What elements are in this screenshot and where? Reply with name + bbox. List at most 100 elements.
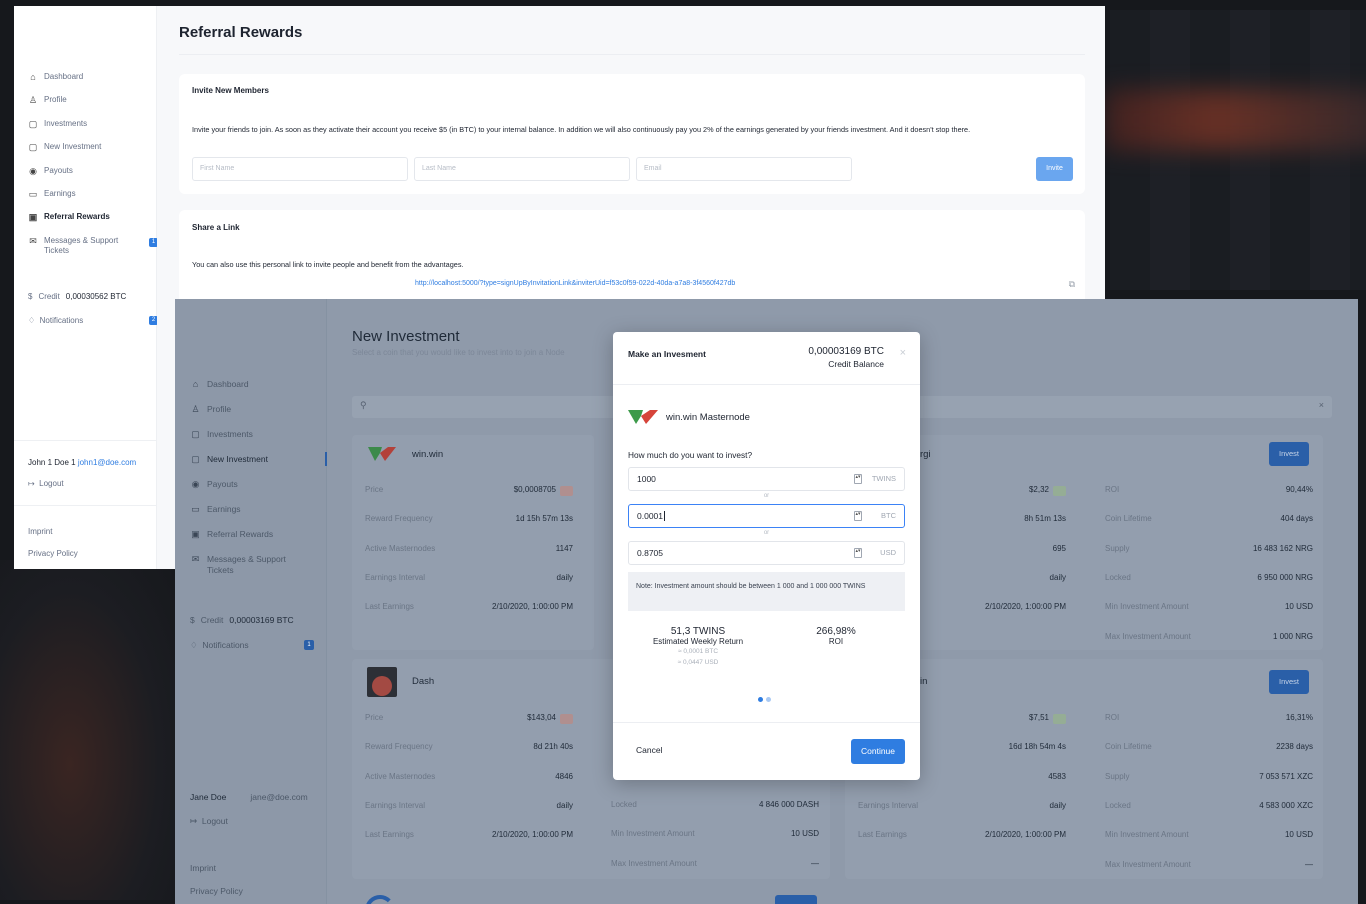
coin-name: Dash [412,676,435,687]
invest-button[interactable] [775,895,817,904]
stat-value: 10 USD [1285,602,1313,611]
stat-label: Min Investment Amount [1105,602,1189,612]
change-badge [1052,714,1066,724]
notifications-badge: 1 [304,640,314,650]
close-icon[interactable]: × [1319,400,1324,410]
cancel-button[interactable]: Cancel [636,745,662,755]
twins-amount-input[interactable]: 1000 ▴▾ TWINS [628,467,905,491]
invest-button[interactable]: Invest [1269,670,1309,694]
stat-value: 10 USD [1285,830,1313,839]
sidebar-item-payouts[interactable]: ◉ Payouts [190,479,314,504]
invest-button[interactable]: Invest [1269,442,1309,466]
coins-icon: ◉ [29,165,37,176]
stepper-icon[interactable]: ▴▾ [854,548,862,558]
sidebar-item-label: New Investment [44,142,102,152]
page-dot[interactable] [758,697,763,702]
sidebar-item-messages-support-tickets[interactable]: ✉ Messages & Support Tickets [190,554,314,584]
sidebar-item-earnings[interactable]: ▭ Earnings [190,504,314,529]
user-info: John 1 Doe 1 john1@doe.com [14,440,157,467]
stepper-icon[interactable]: ▴▾ [854,511,862,521]
stat-label: Supply [1105,543,1130,553]
invitation-link[interactable]: http://localhost:5000/?type=signUpByInvi… [415,280,735,287]
sidebar-item-referral-rewards[interactable]: ▣ Referral Rewards [28,210,171,235]
stat-value-text: 695 [1052,543,1066,553]
stat-value-text: 404 days [1280,514,1313,524]
sidebar-item-payouts[interactable]: ◉ Payouts [28,166,158,189]
continue-button[interactable]: Continue [851,739,905,764]
stat-value: daily [1050,573,1066,582]
sidebar-item-investments[interactable]: ▢ Investments [28,119,158,142]
sidebar-item-notifications[interactable]: ♢ Notifications 2 [28,316,158,325]
btc-value: 0.0001 [637,511,663,521]
balance-label: Credit Balance [828,359,884,369]
sidebar-item-notifications[interactable]: ♢ Notifications 1 [190,640,314,651]
sidebar-item-label: Profile [44,95,67,105]
stat-value-text: 6 950 000 NRG [1257,572,1313,582]
pagination-dots[interactable] [758,697,771,702]
sidebar-item-messages-support-tickets[interactable]: ✉ Messages & Support Tickets 1 [28,236,158,266]
stat-value-text: 1d 15h 57m 13s [515,514,573,524]
stat-value-text: — [1305,859,1313,869]
stat-row: Earnings Interval daily [365,573,573,582]
mail-icon: ✉ [191,554,200,564]
sidebar-item-earnings[interactable]: ▭ Earnings [28,189,158,212]
share-heading: Share a Link [192,223,240,232]
roi-value: 266,98% [816,626,856,637]
stat-value: — [1305,860,1313,869]
btc-amount-input[interactable]: 0.0001 ▴▾ BTC [628,504,905,528]
stat-value: daily [1050,801,1066,810]
stat-row: Earnings Interval daily [365,801,573,810]
stat-row: Min Investment Amount 10 USD [1105,830,1313,839]
share-text: You can also use this personal link to i… [192,260,464,269]
sidebar-item-new-investment[interactable]: ▢ New Investment [190,452,327,479]
stat-label: Price [365,713,384,722]
user-icon: ♙ [191,404,200,414]
usd-amount-input[interactable]: 0.8705 ▴▾ USD [628,541,905,565]
copy-icon[interactable]: ⧉ [1069,279,1075,290]
invite-button[interactable]: Invite [1036,157,1073,181]
stat-value-text: 10 USD [1284,830,1313,840]
page-dot[interactable] [766,697,771,702]
user-email: jane@doe.com [250,792,308,802]
coin-name: win.win [412,449,444,460]
logout-link[interactable]: ↦ Logout [28,479,64,488]
logout-icon: ↦ [190,816,198,826]
close-icon[interactable]: × [900,347,906,359]
privacy-link[interactable]: Privacy Policy [28,543,157,565]
sidebar-item-new-investment[interactable]: ▢ New Investment [28,142,158,165]
sidebar-item-investments[interactable]: ▢ Investments [190,429,314,454]
notifications-label: Notifications [39,316,84,325]
email-input[interactable]: Email [636,157,852,181]
roi-label: ROI [828,637,844,646]
sidebar-item-label: Payouts [207,479,238,489]
coin-name: win.win Masternode [666,412,750,423]
stat-row: Last Earnings 2/10/2020, 1:00:00 PM [365,602,573,611]
weekly-return-btc: ≈ 0,0001 BTC [677,648,719,655]
sidebar: ⌂ Dashboard ♙ Profile ▢ Investments ▢ New Inves… [14,6,171,569]
credit-label: Credit [200,615,224,625]
stat-row: Supply 16 483 162 NRG [1105,544,1313,553]
stat-label: Last Earnings [365,602,414,612]
stat-label: ROI [1105,713,1120,722]
stat-value-text: 7 053 571 XZC [1259,771,1313,781]
sidebar-item-profile[interactable]: ♙ Profile [190,404,314,429]
last-name-input[interactable]: Last Name [414,157,630,181]
credit-value: 0,00003169 BTC [229,615,294,625]
sidebar-item-dashboard[interactable]: ⌂ Dashboard [28,72,158,95]
stat-label: Last Earnings [858,830,907,840]
stat-label: Last Earnings [365,830,414,840]
stepper-icon[interactable]: ▴▾ [854,474,862,484]
imprint-link[interactable]: Imprint [28,521,157,543]
first-name-input[interactable]: First Name [192,157,408,181]
sidebar-item-profile[interactable]: ♙ Profile [28,95,158,118]
imprint-link[interactable]: Imprint [190,857,243,880]
stat-value: $2,32 [1029,485,1066,496]
stat-value: 4846 [555,772,573,781]
stat-value-text: 4 846 000 DASH [758,800,819,809]
stat-label: Earnings Interval [858,800,919,810]
privacy-link[interactable]: Privacy Policy [190,880,243,903]
sidebar-item-dashboard[interactable]: ⌂ Dashboard [190,379,314,404]
sidebar-item-label: Messages & Support Tickets [207,554,286,575]
sidebar-item-referral-rewards[interactable]: ▣ Referral Rewards [190,529,314,554]
logout-link[interactable]: ↦ Logout [190,816,228,827]
